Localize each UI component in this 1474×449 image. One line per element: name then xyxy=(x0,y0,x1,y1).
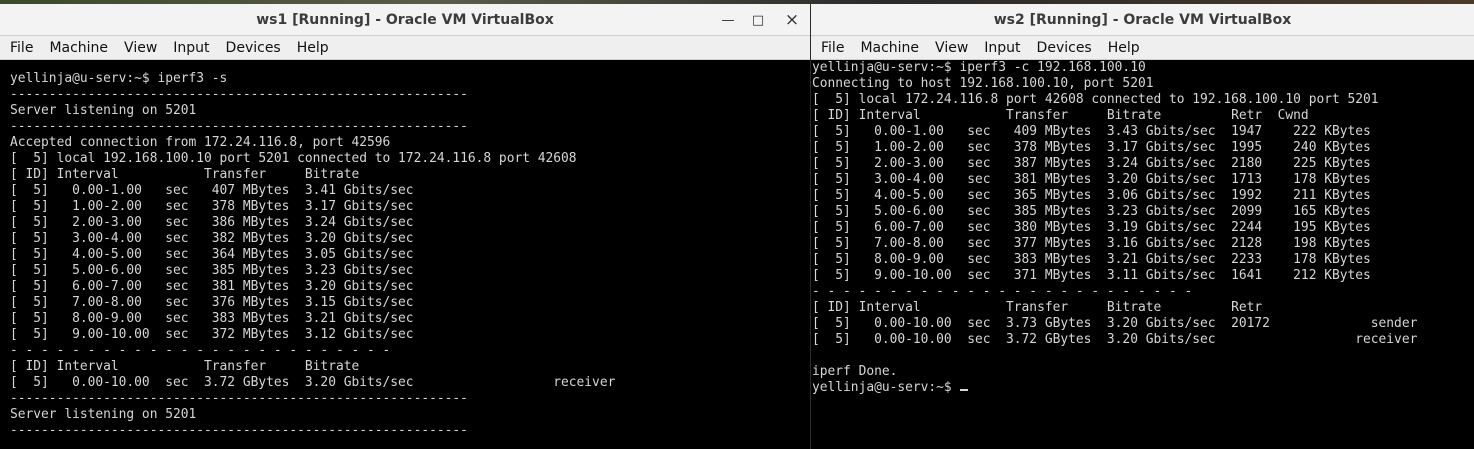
menu-file[interactable]: File xyxy=(10,40,33,56)
menu-input[interactable]: Input xyxy=(984,40,1020,56)
window-titlebar[interactable]: ws2 [Running] - Oracle VM VirtualBox xyxy=(811,4,1474,36)
menu-view[interactable]: View xyxy=(935,40,968,56)
menu-bar: File Machine View Input Devices Help xyxy=(0,36,810,60)
text-cursor xyxy=(960,389,969,391)
console-line: iperf Done. xyxy=(812,364,898,379)
menu-machine[interactable]: Machine xyxy=(860,40,919,56)
console-line: [ 5] 4.00-5.00 sec 364 MBytes 3.05 Gbits… xyxy=(10,247,414,262)
console-line: Connecting to host 192.168.100.10, port … xyxy=(812,76,1154,91)
console-line: - - - - - - - - - - - - - - - - - - - - … xyxy=(10,343,391,358)
vm-console-screen[interactable]: yellinja@u-serv:~$ iperf3 -c 192.168.100… xyxy=(811,60,1474,449)
console-line: [ 5] 1.00-2.00 sec 378 MBytes 3.17 Gbits… xyxy=(812,140,1371,155)
menu-input[interactable]: Input xyxy=(173,40,209,56)
console-line: ----------------------------------------… xyxy=(10,119,468,134)
console-line: [ 5] 2.00-3.00 sec 386 MBytes 3.24 Gbits… xyxy=(10,215,414,230)
vm-console-screen[interactable]: yellinja@u-serv:~$ iperf3 -s ------------… xyxy=(0,60,810,449)
console-line: [ 5] 2.00-3.00 sec 387 MBytes 3.24 Gbits… xyxy=(812,156,1371,171)
console-line: [ 5] local 172.24.116.8 port 42608 conne… xyxy=(812,92,1379,107)
console-line: [ 5] 5.00-6.00 sec 385 MBytes 3.23 Gbits… xyxy=(10,263,414,278)
console-line: [ 5] 0.00-10.00 sec 3.73 GBytes 3.20 Gbi… xyxy=(812,316,1418,331)
console-line: Server listening on 5201 xyxy=(10,103,197,118)
console-line: [ 5] 4.00-5.00 sec 365 MBytes 3.06 Gbits… xyxy=(812,188,1371,203)
console-line: [ ID] Interval Transfer Bitrate Retr xyxy=(812,300,1263,315)
console-line: [ 5] 3.00-4.00 sec 381 MBytes 3.20 Gbits… xyxy=(812,172,1371,187)
console-line: - - - - - - - - - - - - - - - - - - - - … xyxy=(812,284,1193,299)
console-line: [ 5] 9.00-10.00 sec 372 MBytes 3.12 Gbit… xyxy=(10,327,414,342)
menu-bar: File Machine View Input Devices Help xyxy=(811,36,1474,60)
console-line: [ ID] Interval Transfer Bitrate Retr Cwn… xyxy=(812,108,1309,123)
menu-machine[interactable]: Machine xyxy=(49,40,108,56)
console-line: [ 5] 0.00-10.00 sec 3.72 GBytes 3.20 Gbi… xyxy=(812,332,1418,347)
console-line: [ ID] Interval Transfer Bitrate xyxy=(10,167,360,182)
console-line: ----------------------------------------… xyxy=(10,423,468,438)
console-line: [ 5] 1.00-2.00 sec 378 MBytes 3.17 Gbits… xyxy=(10,199,414,214)
console-line: Accepted connection from 172.24.116.8, p… xyxy=(10,135,391,150)
console-line: [ 5] 6.00-7.00 sec 381 MBytes 3.20 Gbits… xyxy=(10,279,414,294)
console-line: [ 5] 8.00-9.00 sec 383 MBytes 3.21 Gbits… xyxy=(10,311,414,326)
window-title: ws1 [Running] - Oracle VM VirtualBox xyxy=(256,12,554,28)
console-line: yellinja@u-serv:~$ iperf3 -s xyxy=(10,71,228,86)
window-titlebar[interactable]: ws1 [Running] - Oracle VM VirtualBox — □… xyxy=(0,4,810,36)
console-line: ----------------------------------------… xyxy=(10,87,468,102)
menu-devices[interactable]: Devices xyxy=(226,40,281,56)
console-line: [ 5] 8.00-9.00 sec 383 MBytes 3.21 Gbits… xyxy=(812,252,1371,267)
menu-help[interactable]: Help xyxy=(1108,40,1140,56)
vm-window-ws2: ws2 [Running] - Oracle VM VirtualBox Fil… xyxy=(811,4,1474,449)
menu-help[interactable]: Help xyxy=(297,40,329,56)
menu-view[interactable]: View xyxy=(124,40,157,56)
menu-devices[interactable]: Devices xyxy=(1037,40,1092,56)
console-line: [ 5] 7.00-8.00 sec 377 MBytes 3.16 Gbits… xyxy=(812,236,1371,251)
window-title: ws2 [Running] - Oracle VM VirtualBox xyxy=(993,12,1292,28)
console-line: [ 5] 0.00-10.00 sec 3.72 GBytes 3.20 Gbi… xyxy=(10,375,616,390)
close-icon[interactable]: × xyxy=(782,10,802,30)
console-line: [ 5] 5.00-6.00 sec 385 MBytes 3.23 Gbits… xyxy=(812,204,1371,219)
console-line: [ 5] 3.00-4.00 sec 382 MBytes 3.20 Gbits… xyxy=(10,231,414,246)
console-line: [ 5] 9.00-10.00 sec 371 MBytes 3.11 Gbit… xyxy=(812,268,1371,283)
console-line: Server listening on 5201 xyxy=(10,407,197,422)
console-line: [ 5] 0.00-1.00 sec 407 MBytes 3.41 Gbits… xyxy=(10,183,414,198)
console-line: [ ID] Interval Transfer Bitrate xyxy=(10,359,360,374)
console-line: [ 5] 6.00-7.00 sec 380 MBytes 3.19 Gbits… xyxy=(812,220,1371,235)
console-line: ----------------------------------------… xyxy=(10,391,468,406)
console-line: [ 5] 7.00-8.00 sec 376 MBytes 3.15 Gbits… xyxy=(10,295,414,310)
console-line: yellinja@u-serv:~$ iperf3 -c 192.168.100… xyxy=(812,60,1146,75)
console-line: [ 5] 0.00-1.00 sec 409 MBytes 3.43 Gbits… xyxy=(812,124,1371,139)
vm-window-ws1: ws1 [Running] - Oracle VM VirtualBox — □… xyxy=(0,4,810,449)
console-line: yellinja@u-serv:~$ xyxy=(812,380,1474,396)
console-line: [ 5] local 192.168.100.10 port 5201 conn… xyxy=(10,151,577,166)
minimize-icon[interactable]: — xyxy=(718,10,738,30)
menu-file[interactable]: File xyxy=(821,40,844,56)
maximize-icon[interactable]: □ xyxy=(748,10,768,30)
